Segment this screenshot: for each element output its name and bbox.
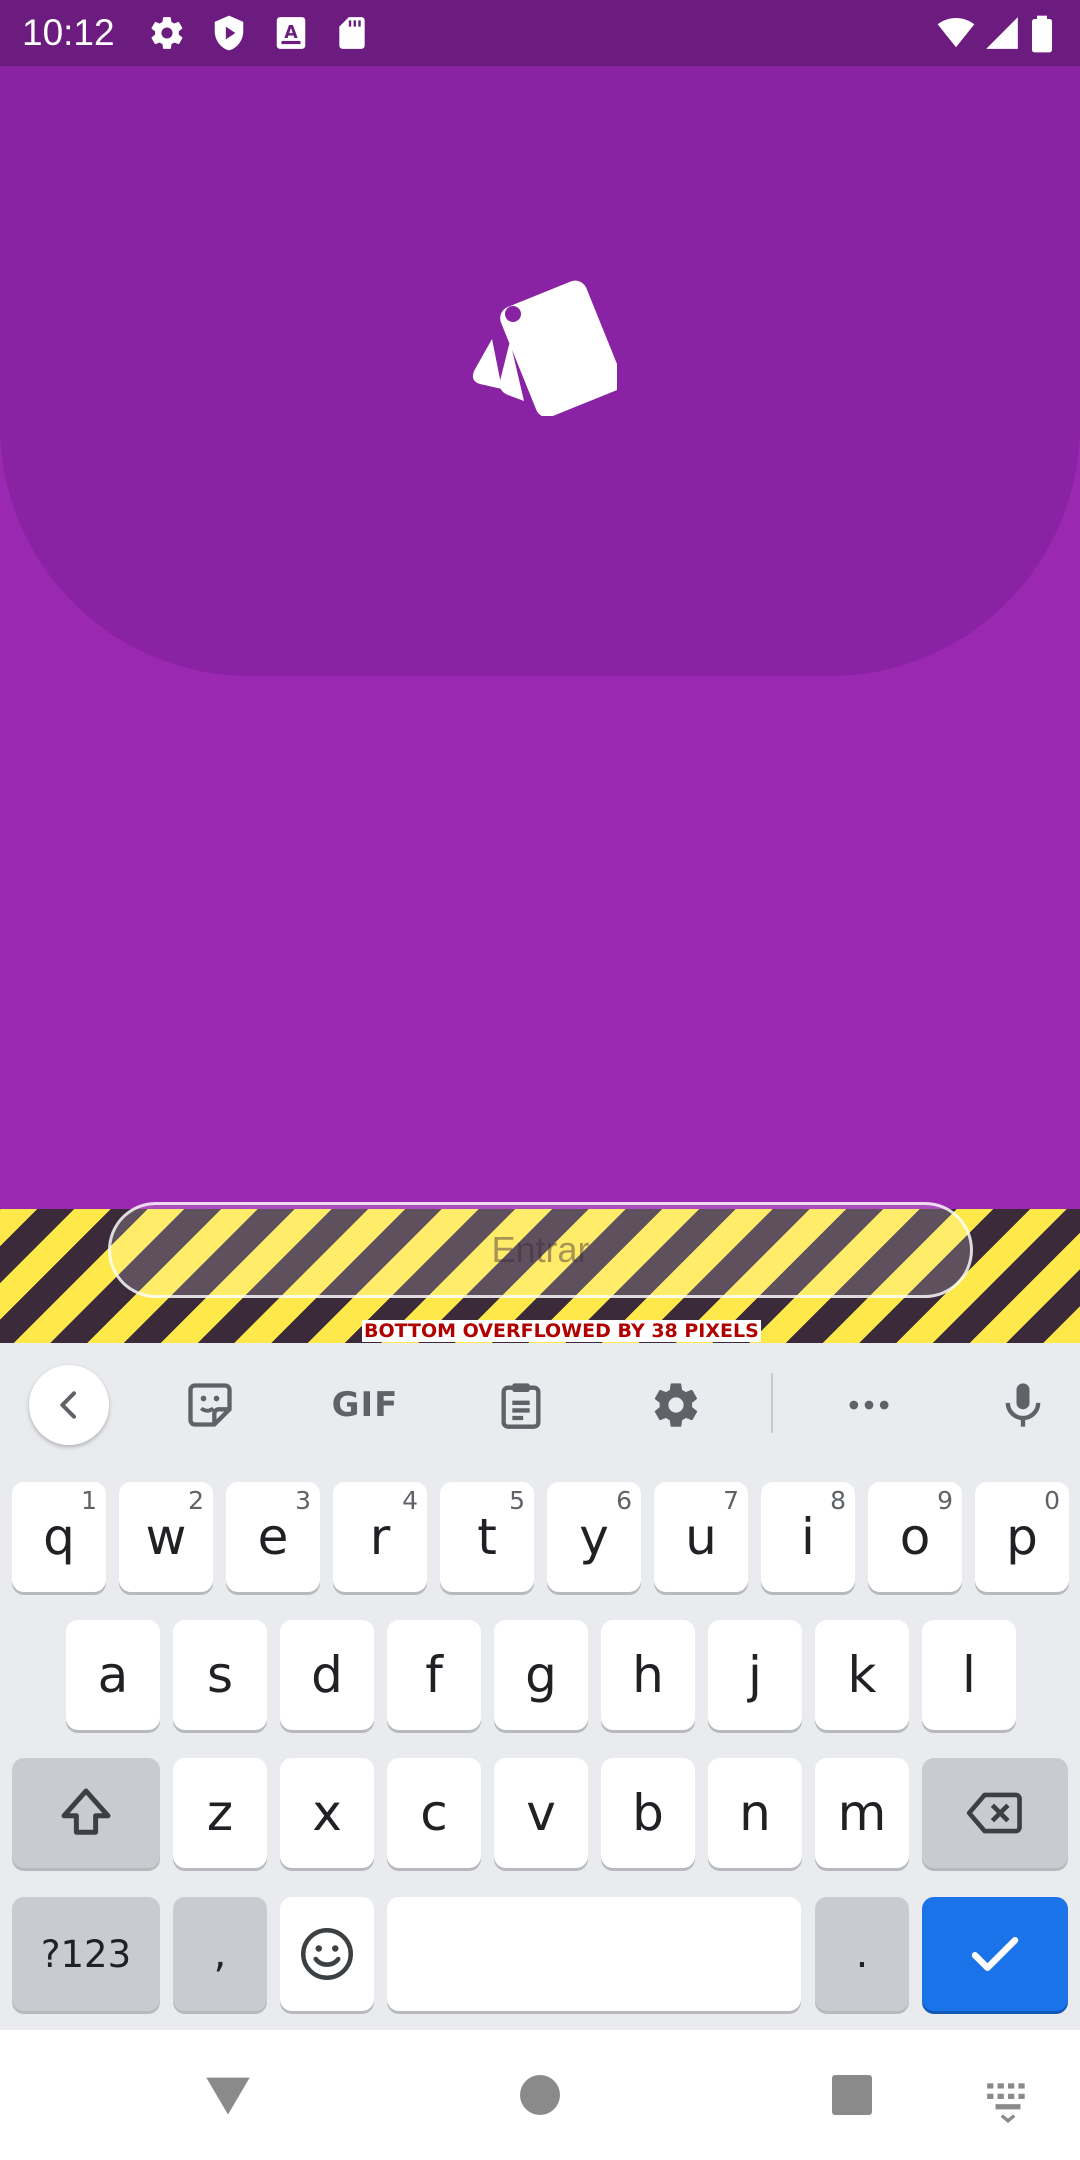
sticker-icon[interactable] xyxy=(170,1365,250,1445)
key-s[interactable]: s xyxy=(173,1620,267,1730)
key-i[interactable]: i8 xyxy=(761,1482,855,1592)
key-b[interactable]: b xyxy=(601,1758,695,1868)
settings-icon xyxy=(148,14,186,52)
clipboard-icon[interactable] xyxy=(481,1365,561,1445)
key-x[interactable]: x xyxy=(280,1758,374,1868)
keyboard-switch-icon[interactable] xyxy=(978,2070,1038,2130)
key-j[interactable]: j xyxy=(708,1620,802,1730)
symbols-key[interactable]: ?123 xyxy=(12,1897,160,2011)
key-f[interactable]: f xyxy=(387,1620,481,1730)
key-k[interactable]: k xyxy=(815,1620,909,1730)
key-g[interactable]: g xyxy=(494,1620,588,1730)
key-z[interactable]: z xyxy=(173,1758,267,1868)
key-e[interactable]: e3 xyxy=(226,1482,320,1592)
key-o[interactable]: o9 xyxy=(868,1482,962,1592)
backspace-icon xyxy=(966,1792,1022,1834)
key-h[interactable]: h xyxy=(601,1620,695,1730)
key-t[interactable]: t5 xyxy=(440,1482,534,1592)
key-m[interactable]: m xyxy=(815,1758,909,1868)
enter-button[interactable]: Entrar xyxy=(108,1202,973,1298)
key-d[interactable]: d xyxy=(280,1620,374,1730)
toolbar-divider xyxy=(771,1373,773,1433)
battery-icon xyxy=(1030,14,1060,53)
comma-key[interactable]: , xyxy=(173,1897,267,2011)
keyboard-settings-icon[interactable] xyxy=(636,1365,716,1445)
back-triangle-icon[interactable] xyxy=(198,2065,258,2125)
emoji-icon xyxy=(301,1928,353,1980)
shift-icon xyxy=(61,1788,111,1835)
key-a[interactable]: a xyxy=(66,1620,160,1730)
svg-text:A: A xyxy=(284,23,298,43)
gif-label: GIF xyxy=(331,1385,399,1425)
overflow-message: BOTTOM OVERFLOWED BY 38 PIXELS xyxy=(362,1320,761,1342)
key-p[interactable]: p0 xyxy=(975,1482,1069,1592)
keyboard-toolbar: GIF xyxy=(0,1343,1080,1461)
sd-card-icon xyxy=(333,14,371,52)
checkmark-icon xyxy=(971,1937,1019,1971)
status-time: 10:12 xyxy=(22,12,115,53)
cards-stack-icon xyxy=(462,271,623,418)
soft-keyboard: GIF q1 w2 e3 r4 t5 y6 u7 i8 o9 p0 a s d … xyxy=(0,1343,1080,2030)
enter-key[interactable] xyxy=(922,1897,1068,2011)
back-icon[interactable] xyxy=(29,1365,109,1445)
shield-play-icon xyxy=(210,14,248,52)
keyboard-a-icon: A xyxy=(272,14,310,52)
emoji-key[interactable] xyxy=(280,1897,374,2011)
navigation-bar xyxy=(0,2030,1080,2160)
key-l[interactable]: l xyxy=(922,1620,1016,1730)
shift-key[interactable] xyxy=(12,1758,160,1868)
period-key[interactable]: . xyxy=(815,1897,909,2011)
key-w[interactable]: w2 xyxy=(119,1482,213,1592)
recents-square-icon[interactable] xyxy=(822,2065,882,2125)
key-n[interactable]: n xyxy=(708,1758,802,1868)
key-v[interactable]: v xyxy=(494,1758,588,1868)
key-u[interactable]: u7 xyxy=(654,1482,748,1592)
signal-icon xyxy=(983,14,1021,52)
key-q[interactable]: q1 xyxy=(12,1482,106,1592)
more-icon[interactable] xyxy=(829,1365,909,1445)
microphone-icon[interactable] xyxy=(983,1365,1063,1445)
space-key[interactable] xyxy=(387,1897,801,2011)
wifi-icon xyxy=(935,14,977,52)
gif-button[interactable]: GIF xyxy=(325,1365,405,1445)
key-c[interactable]: c xyxy=(387,1758,481,1868)
key-r[interactable]: r4 xyxy=(333,1482,427,1592)
home-circle-icon[interactable] xyxy=(510,2065,570,2125)
key-y[interactable]: y6 xyxy=(547,1482,641,1592)
status-bar: 10:12 A xyxy=(0,0,1080,66)
backspace-key[interactable] xyxy=(922,1758,1068,1868)
app-screen xyxy=(0,66,1080,1209)
enter-button-label: Entrar xyxy=(491,1229,590,1270)
